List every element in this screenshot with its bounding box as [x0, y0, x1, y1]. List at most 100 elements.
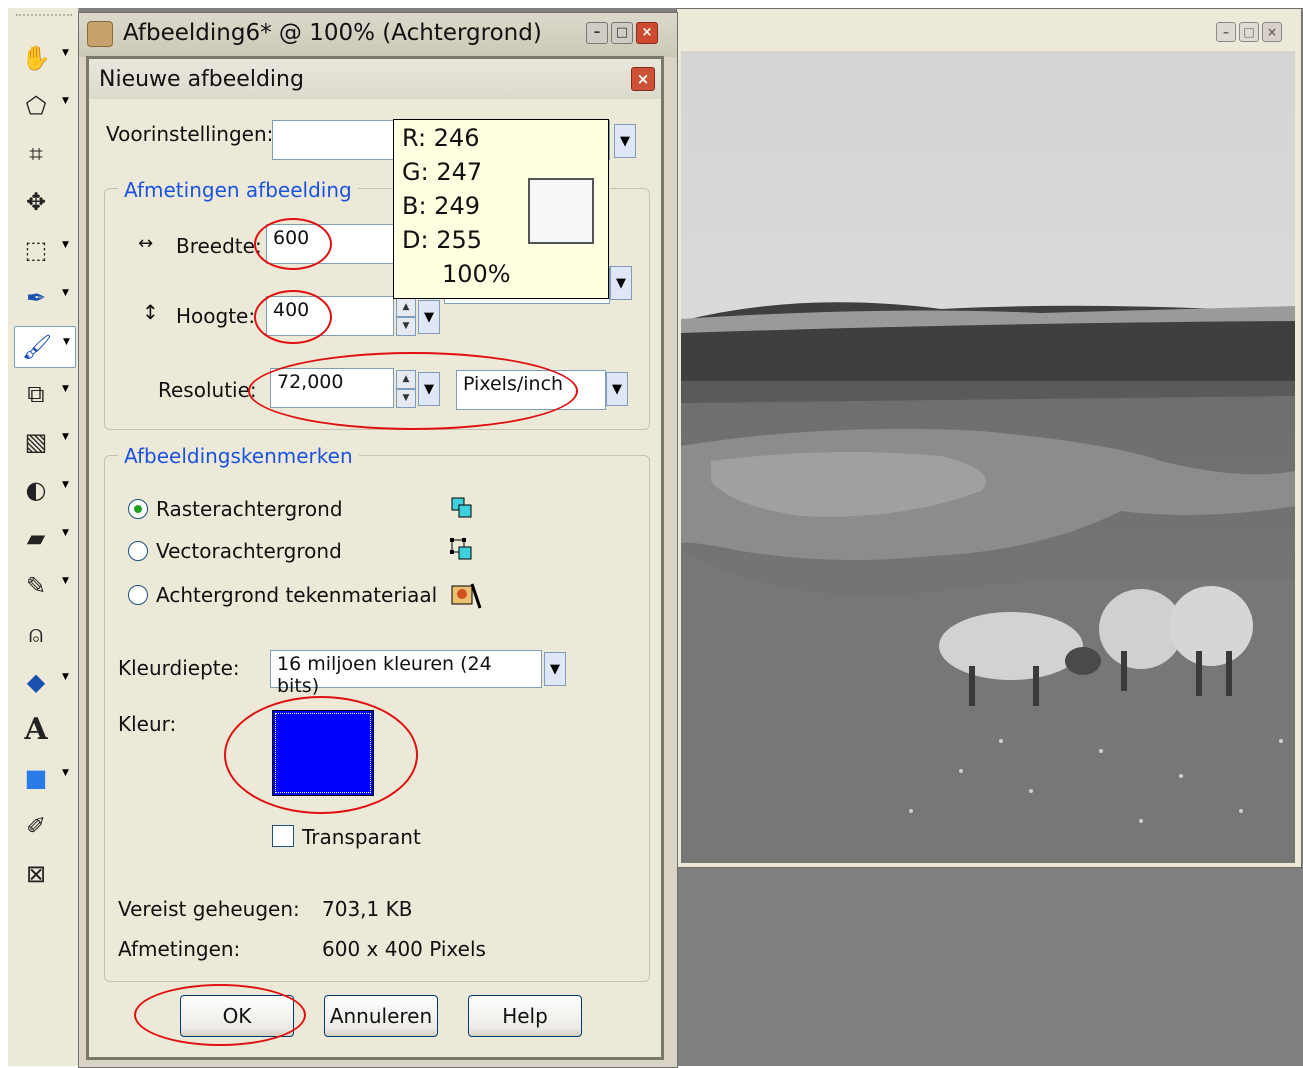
tool-dropdown-arrow-icon[interactable]: ▼	[62, 576, 69, 586]
cancel-button[interactable]: Annuleren	[324, 995, 438, 1037]
resolution-preset-dropdown[interactable]: ▼	[418, 372, 440, 406]
art-media-background-radio[interactable]	[128, 585, 148, 605]
minimize-icon[interactable]: –	[1216, 22, 1236, 42]
tool-dropdown-arrow-icon[interactable]: ▼	[63, 337, 70, 347]
tool-dropdown-arrow-icon[interactable]: ▼	[62, 768, 69, 778]
dropper-icon: ✒	[25, 284, 47, 312]
tool-dropdown-arrow-icon[interactable]: ▼	[62, 288, 69, 298]
document-window-titlebar[interactable]: Afbeelding6* @ 100% (Achtergrond) – □ ×	[79, 13, 677, 57]
dimensions-summary-value: 600 x 400 Pixels	[322, 937, 486, 961]
toolbar-grip[interactable]	[16, 14, 72, 22]
resolution-spinner[interactable]: ▲ ▼	[396, 370, 416, 408]
flood-fill-tool[interactable]: ⍝	[14, 614, 74, 654]
picture-tube-icon: ✎	[25, 572, 47, 600]
background-color-swatch[interactable]	[272, 710, 374, 796]
eraser-tool[interactable]: ▰ ▼	[14, 518, 74, 558]
tool-dropdown-arrow-icon[interactable]: ▼	[62, 48, 69, 58]
resolution-input[interactable]: 72,000	[270, 368, 394, 408]
eraser-icon: ▰	[26, 524, 46, 552]
dropper-tool[interactable]: ✒ ▼	[14, 278, 74, 318]
close-icon[interactable]: ×	[1262, 22, 1282, 42]
transparent-checkbox[interactable]	[272, 825, 294, 847]
selection-tool[interactable]: ⬚ ▼	[14, 230, 74, 270]
height-label: Hoogte:	[176, 304, 256, 328]
rectangle-tool[interactable]: ■ ▼	[14, 758, 74, 798]
height-spinner[interactable]: ▲ ▼	[396, 298, 416, 336]
tool-dropdown-arrow-icon[interactable]: ▼	[62, 528, 69, 538]
memory-value: 703,1 KB	[322, 897, 413, 921]
color-info-tooltip: R: 246 G: 247 B: 249 D: 255 100%	[393, 119, 609, 299]
picture-tube-tool[interactable]: ✎ ▼	[14, 566, 74, 606]
scratch-remover-icon: ▧	[24, 428, 48, 456]
memory-label: Vereist geheugen:	[118, 897, 300, 921]
flood-fill-icon: ⍝	[28, 620, 44, 648]
paintbrush-tool[interactable]: 🖌 ▼	[14, 326, 76, 368]
dialog-title: Nieuwe afbeelding	[99, 67, 304, 92]
art-media-background-label: Achtergrond tekenmateriaal	[156, 583, 438, 607]
resolution-unit-dropdown-button[interactable]: ▼	[606, 372, 628, 406]
tool-dropdown-arrow-icon[interactable]: ▼	[62, 384, 69, 394]
crop-tool[interactable]: ⌗	[14, 134, 74, 174]
pen-tool[interactable]: ◆ ▼	[14, 662, 74, 702]
width-arrows-icon: ↔	[138, 233, 154, 254]
text-tool[interactable]: A	[14, 710, 74, 750]
preset-shape-tool[interactable]: ⬠ ▼	[14, 86, 74, 126]
image-window-titlebar[interactable]: – □ ×	[677, 9, 1301, 49]
preset-shape-icon: ⬠	[25, 92, 47, 120]
color-depth-select[interactable]: 16 miljoen kleuren (24 bits)	[270, 650, 542, 697]
text-icon: A	[24, 712, 48, 747]
close-icon[interactable]: ×	[636, 22, 658, 44]
tooltip-alpha-value: D: 255	[402, 226, 483, 254]
clone-icon: ⧉	[27, 380, 45, 408]
pick-tool[interactable]: ⊠	[14, 854, 74, 894]
tool-dropdown-arrow-icon[interactable]: ▼	[62, 480, 69, 490]
presets-label: Voorinstellingen:	[106, 122, 274, 146]
clone-tool[interactable]: ⧉ ▼	[14, 374, 74, 414]
resolution-label: Resolutie:	[158, 378, 257, 402]
crop-icon: ⌗	[29, 140, 43, 168]
color-label: Kleur:	[118, 712, 177, 736]
dialog-titlebar[interactable]: Nieuwe afbeelding ×	[89, 59, 661, 99]
vector-layer-icon	[450, 538, 472, 560]
raster-background-radio[interactable]	[128, 499, 148, 519]
tools-toolbar: ✋ ▼ ⬠ ▼ ⌗ ✥ ⬚ ▼ ✒ ▼ 🖌 ▼ ⧉ ▼ ▧ ▼ ◐ ▼ ▰ ▼ ✎ ▼ ⍝ ◆ ▼ A ■ ▼ ✐ ⊠	[8, 8, 79, 1066]
move-tool[interactable]: ✥	[14, 182, 74, 222]
warp-brush-icon: ✐	[25, 812, 47, 840]
tool-dropdown-arrow-icon[interactable]: ▼	[62, 240, 69, 250]
image-window[interactable]: – □ ×	[676, 8, 1302, 868]
resolution-unit-select[interactable]: Pixels/inch	[456, 370, 606, 410]
tooltip-color-swatch	[528, 178, 594, 244]
rectangle-icon: ■	[24, 764, 48, 792]
help-button[interactable]: Help	[468, 995, 582, 1037]
scratch-remover-tool[interactable]: ▧ ▼	[14, 422, 74, 462]
dimensions-summary-label: Afmetingen:	[118, 937, 241, 961]
color-depth-dropdown-button[interactable]: ▼	[544, 652, 566, 686]
vector-background-radio[interactable]	[128, 541, 148, 561]
dodge-tool[interactable]: ◐ ▼	[14, 470, 74, 510]
maximize-icon[interactable]: □	[1239, 22, 1259, 42]
tooltip-opacity-value: 100%	[442, 260, 511, 288]
warp-brush-tool[interactable]: ✐	[14, 806, 74, 846]
minimize-icon[interactable]: –	[586, 22, 608, 44]
height-input[interactable]: 400	[266, 296, 394, 336]
height-unit-dropdown[interactable]: ▼	[418, 300, 440, 334]
move-icon: ✥	[25, 188, 47, 216]
color-depth-label: Kleurdiepte:	[118, 656, 240, 680]
ok-button[interactable]: OK	[180, 995, 294, 1037]
maximize-icon[interactable]: □	[611, 22, 633, 44]
transparent-label: Transparant	[302, 825, 421, 849]
pan-tool[interactable]: ✋ ▼	[14, 38, 74, 78]
sheep-landscape-photo	[681, 51, 1295, 863]
tool-dropdown-arrow-icon[interactable]: ▼	[62, 96, 69, 106]
pen-icon: ◆	[26, 668, 46, 696]
close-icon[interactable]: ×	[631, 67, 655, 91]
tool-dropdown-arrow-icon[interactable]: ▼	[62, 672, 69, 682]
art-media-layer-icon	[451, 583, 482, 609]
presets-dropdown-button[interactable]: ▼	[614, 124, 636, 158]
tooltip-blue-value: B: 249	[402, 192, 480, 220]
width-input[interactable]: 600	[266, 224, 394, 264]
tool-dropdown-arrow-icon[interactable]: ▼	[62, 432, 69, 442]
size-unit-dropdown-button[interactable]: ▼	[610, 266, 632, 300]
document-window-title: Afbeelding6* @ 100% (Achtergrond)	[123, 20, 542, 46]
pick-icon: ⊠	[25, 860, 47, 888]
